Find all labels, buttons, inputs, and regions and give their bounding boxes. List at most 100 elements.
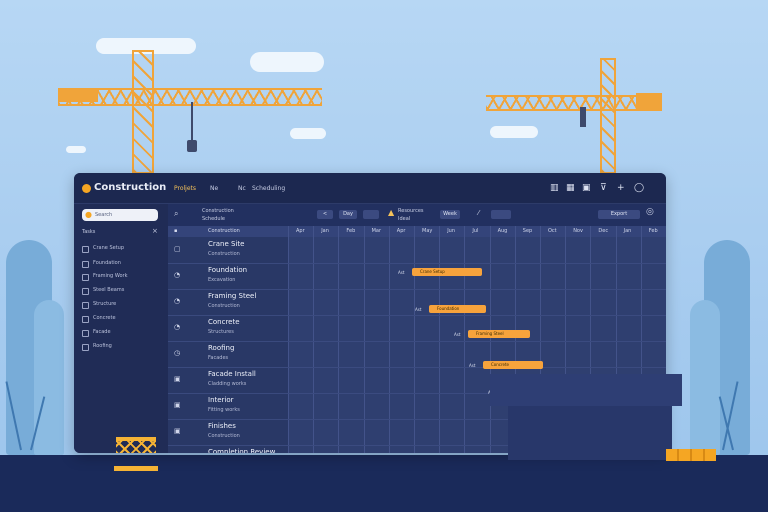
task-checkbox[interactable] xyxy=(82,316,89,323)
task-status-icon: ◔ xyxy=(174,323,181,331)
gantt-bar[interactable]: Framing Steel xyxy=(468,330,530,338)
crane-counterweight xyxy=(636,93,662,109)
cloud xyxy=(490,126,538,138)
view-button[interactable] xyxy=(491,210,511,219)
task-row[interactable]: ◔ Foundation Excavation xyxy=(168,263,288,290)
task-checkbox[interactable] xyxy=(82,302,89,309)
tree xyxy=(34,300,64,455)
tree xyxy=(690,300,720,455)
gantt-row-line xyxy=(288,367,666,368)
gantt-column-label: Jun xyxy=(447,228,455,234)
gantt-bar-tag: Ast xyxy=(398,270,405,275)
resource-button[interactable] xyxy=(363,210,379,219)
task-checkbox[interactable] xyxy=(82,344,89,351)
gantt-column-label: Feb xyxy=(648,228,658,234)
menu-item-scheduling[interactable]: Scheduling xyxy=(252,185,285,192)
task-name: Roofing xyxy=(208,344,235,352)
task-name: Facade Install xyxy=(208,370,256,378)
week-button[interactable]: Week xyxy=(440,210,460,219)
gantt-bar-tag: Ast xyxy=(415,307,422,312)
sidebar-item[interactable]: Facade xyxy=(82,328,162,338)
task-status-icon: ▣ xyxy=(174,427,181,435)
task-checkbox[interactable] xyxy=(82,330,89,337)
prev-button[interactable]: < xyxy=(317,210,333,219)
gantt-column-label: Aug xyxy=(497,228,508,234)
task-checkbox[interactable] xyxy=(82,288,89,295)
calendar-icon[interactable]: ▦ xyxy=(566,183,575,193)
toolbar-subtitle: Schedule xyxy=(202,216,225,222)
warning-icon: ▲ xyxy=(388,208,395,217)
gantt-column-label: Jul xyxy=(472,228,479,234)
task-name: Finishes xyxy=(208,422,236,430)
task-subtitle: Excavation xyxy=(208,277,236,283)
menu-item-projects[interactable]: Proljets xyxy=(174,185,196,192)
task-subtitle: Cladding works xyxy=(208,381,247,387)
header-label: Construction xyxy=(208,228,240,234)
gantt-bar[interactable]: Foundation xyxy=(429,305,486,313)
top-bar: Construction Proljets Ne Nc Scheduling ▥… xyxy=(74,173,666,204)
task-status-icon: ◔ xyxy=(174,271,181,279)
task-checkbox[interactable] xyxy=(82,261,89,268)
export-button[interactable]: Export xyxy=(598,210,640,219)
task-status-icon: ▣ xyxy=(174,401,181,409)
gantt-row-line xyxy=(288,263,666,264)
menu-item-ne[interactable]: Ne xyxy=(210,185,218,192)
sidebar-item[interactable]: Roofing xyxy=(82,342,162,352)
gantt-bar[interactable]: Concrete xyxy=(483,361,543,369)
task-row[interactable]: ▣ Finishes Construction xyxy=(168,419,288,446)
sidebar-item[interactable]: Crane Setup xyxy=(82,244,162,254)
filter-icon[interactable]: ⊽ xyxy=(600,183,607,193)
header-checkbox[interactable]: ▪ xyxy=(174,226,177,237)
task-row[interactable]: ◔ Concrete Structures xyxy=(168,315,288,342)
task-row[interactable]: ◷ Roofing Facades xyxy=(168,341,288,368)
link-icon[interactable]: ⁄ xyxy=(478,209,479,217)
search-icon: ● xyxy=(85,210,92,219)
user-icon[interactable]: ◯ xyxy=(634,183,644,193)
task-name: Concrete xyxy=(208,318,240,326)
task-row[interactable]: ◌Completion Review xyxy=(168,445,288,453)
gantt-column-label: Sep xyxy=(522,228,533,234)
gantt-column-label: May xyxy=(422,228,433,234)
crane-counterweight xyxy=(58,88,98,102)
building-roof xyxy=(490,374,682,406)
close-icon[interactable]: × xyxy=(152,227,158,235)
gantt-bar[interactable]: Crane Setup xyxy=(412,268,482,276)
chart-icon[interactable]: ▥ xyxy=(550,183,559,193)
sidebar-item[interactable]: Framing Work xyxy=(82,272,162,282)
menu-item-nc[interactable]: Nc xyxy=(238,185,246,192)
task-row[interactable]: ▣ Interior Fitting works xyxy=(168,393,288,420)
gantt-column-label: Apr xyxy=(296,228,305,234)
settings-icon[interactable]: ◎ xyxy=(646,207,654,217)
day-button[interactable]: Day xyxy=(339,210,357,219)
sidebar-item[interactable]: Concrete xyxy=(82,314,162,324)
task-subtitle: Construction xyxy=(208,251,240,257)
search-input[interactable]: ● Search xyxy=(82,209,158,221)
sidebar-item[interactable]: Structure xyxy=(82,300,162,310)
gantt-row-line xyxy=(288,315,666,316)
gantt-row-line xyxy=(288,289,666,290)
sidebar-item[interactable]: Foundation xyxy=(82,259,162,269)
task-row[interactable]: ▣ Facade Install Cladding works xyxy=(168,367,288,394)
lift-base xyxy=(114,466,158,471)
task-checkbox[interactable] xyxy=(82,246,89,253)
task-status-icon: ▣ xyxy=(174,375,181,383)
gantt-column-label: Jan xyxy=(321,228,329,234)
task-name: Interior xyxy=(208,396,234,404)
sidebar-item[interactable]: Steel Beams xyxy=(82,286,162,296)
box-icon[interactable]: ▣ xyxy=(582,183,591,193)
add-icon[interactable]: + xyxy=(617,183,625,193)
status-resources: Resources xyxy=(398,208,424,214)
app-title: Construction xyxy=(94,182,167,193)
crane-hook xyxy=(187,140,197,152)
task-subtitle: Fitting works xyxy=(208,407,240,413)
task-row[interactable]: ◔ Framing Steel Construction xyxy=(168,289,288,316)
scissor-lift xyxy=(116,437,156,453)
task-row[interactable]: ▢ Crane Site Construction xyxy=(168,237,288,264)
toolbar: ⌕ Construction Schedule < Day ▲ Resource… xyxy=(168,204,666,227)
gantt-bar-tag: Ast xyxy=(454,332,461,337)
task-checkbox[interactable] xyxy=(82,274,89,281)
task-name: Framing Steel xyxy=(208,292,257,300)
search-icon[interactable]: ⌕ xyxy=(174,209,178,219)
ground xyxy=(0,455,768,512)
crane-mast xyxy=(600,58,616,174)
